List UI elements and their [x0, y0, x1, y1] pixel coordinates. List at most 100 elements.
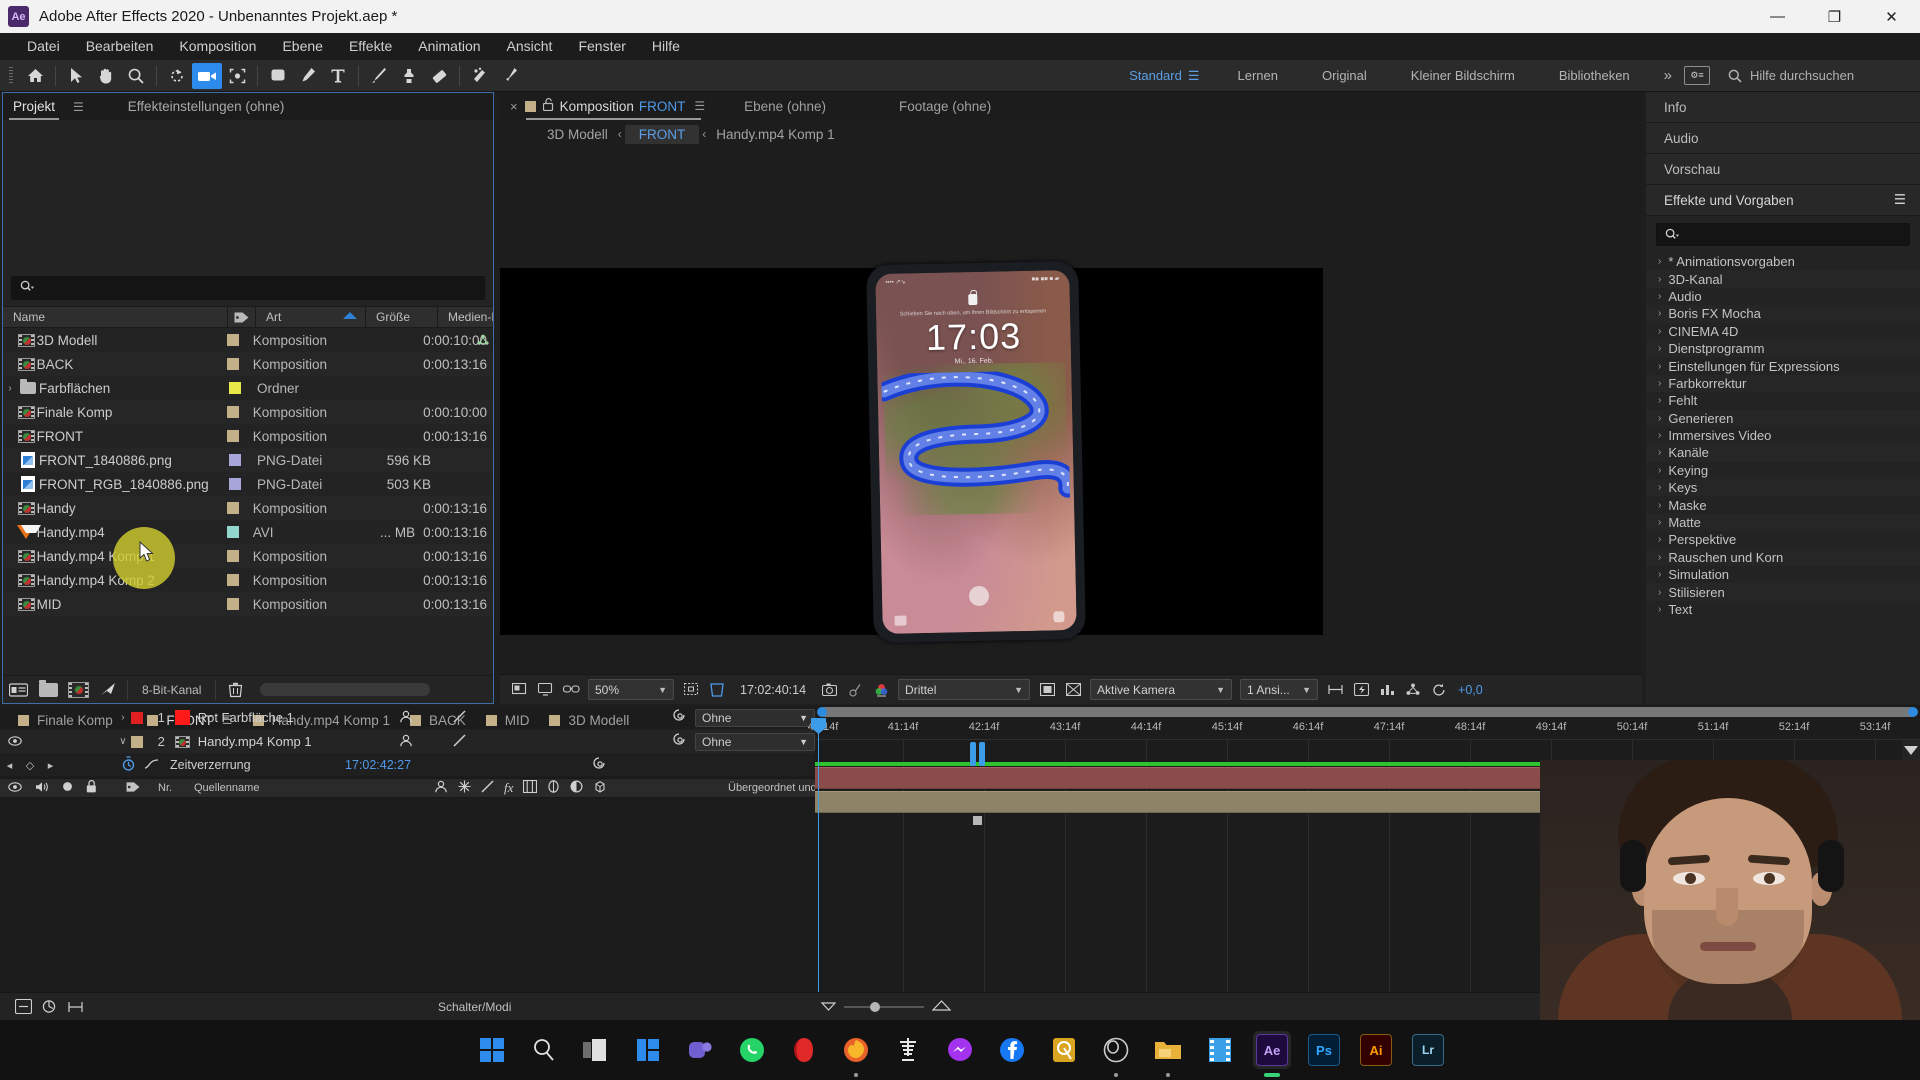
firefox-icon[interactable]: [837, 1031, 875, 1077]
layer-twirl-icon[interactable]: ›: [115, 712, 130, 723]
resolution-select[interactable]: Drittel ▼: [898, 679, 1031, 700]
after-effects-icon[interactable]: Ae: [1253, 1031, 1291, 1077]
zoom-tool-icon[interactable]: [121, 63, 151, 89]
renderer-settings-icon[interactable]: [1400, 678, 1426, 702]
project-row-handy-mp4-komp-2[interactable]: Handy.mp4 Komp 2 Komposition 0:00:13:16: [3, 568, 493, 592]
prev-keyframe-icon[interactable]: ◂: [7, 759, 13, 772]
project-row-front[interactable]: FRONT Komposition 0:00:13:16: [3, 424, 493, 448]
breadcrumb-handy-komp[interactable]: Handy.mp4 Komp 1: [709, 127, 841, 142]
project-row-back[interactable]: BACK Komposition 0:00:13:16: [3, 352, 493, 376]
switches-modes-label[interactable]: Schalter/Modi: [438, 1000, 511, 1014]
project-search-input[interactable]: [11, 276, 485, 300]
shy-icon[interactable]: [434, 780, 448, 796]
property-pickwhip-icon[interactable]: [577, 756, 607, 774]
layer-label-color[interactable]: [130, 711, 148, 724]
panel-audio[interactable]: Audio: [1646, 123, 1920, 154]
toolbar-grip[interactable]: [6, 66, 16, 85]
quality-icon[interactable]: [481, 780, 494, 796]
roto-brush-tool-icon[interactable]: [465, 63, 495, 89]
project-item-tag[interactable]: [226, 550, 253, 562]
notes-icon[interactable]: [1045, 1031, 1083, 1069]
project-item-tag[interactable]: [229, 382, 257, 394]
facebook-icon[interactable]: [993, 1031, 1031, 1069]
new-footage-icon[interactable]: [3, 677, 33, 703]
layer-parent-cell[interactable]: Ohne ▼: [673, 708, 816, 727]
timeline-layer-row-1[interactable]: › 1 Rot Farbfläche 1 Ohne ▼: [0, 706, 816, 730]
toggle-mask-paths-icon[interactable]: [1060, 678, 1086, 702]
teams-icon[interactable]: [681, 1031, 719, 1069]
menu-ebene[interactable]: Ebene: [269, 33, 335, 60]
maximize-button[interactable]: ❐: [1806, 0, 1863, 33]
folder-icon[interactable]: [1149, 1031, 1187, 1077]
effect-category-audio[interactable]: › Audio: [1646, 288, 1920, 305]
effect-category-perspektive[interactable]: › Perspektive: [1646, 531, 1920, 548]
tab-projekt[interactable]: Projekt: [3, 93, 65, 120]
project-item-tag[interactable]: [226, 526, 253, 538]
pixel-aspect-correction-icon[interactable]: [1322, 678, 1348, 702]
column-label-tag-icon[interactable]: [228, 306, 256, 328]
project-item-tag[interactable]: [226, 406, 253, 418]
workspace-settings-icon[interactable]: ⚙≡: [1684, 66, 1710, 85]
workspace-lernen[interactable]: Lernen: [1216, 68, 1300, 83]
type-tool-icon[interactable]: [323, 63, 353, 89]
workspace-overflow-icon[interactable]: »: [1652, 67, 1684, 84]
composition-panel-menu-icon[interactable]: ☰: [694, 99, 705, 113]
panel-vorschau[interactable]: Vorschau: [1646, 154, 1920, 185]
menu-ansicht[interactable]: Ansicht: [494, 33, 566, 60]
quality-toggle-icon[interactable]: [453, 709, 466, 726]
toggle-transparency-grid-icon[interactable]: [1034, 678, 1060, 702]
timeline-layer-row-2[interactable]: ∨ 2 Handy.mp4 Komp 1 Ohne ▼: [0, 730, 816, 754]
new-folder-icon[interactable]: [33, 677, 63, 703]
quality-toggle-icon-2[interactable]: [453, 733, 466, 750]
timeline-graph-icon[interactable]: [1374, 678, 1400, 702]
menu-datei[interactable]: Datei: [14, 33, 73, 60]
timeline-horizontal-scrollbar[interactable]: [815, 706, 1920, 718]
blender-icon[interactable]: [889, 1031, 927, 1069]
camera-tool-icon[interactable]: [192, 62, 222, 89]
project-row-handy[interactable]: Handy Komposition 0:00:13:16: [3, 496, 493, 520]
layer-property-row-zeitverzerrung[interactable]: ◂ ◇ ▸ Zeitverzerrung 17:02:42:27: [0, 754, 815, 776]
project-row-handy-mp4-komp-1[interactable]: Handy.mp4 Komp 1 Komposition 0:00:13:16: [3, 544, 493, 568]
shy-toggle-icon[interactable]: [399, 710, 413, 726]
effect-category-farbkorrektur[interactable]: › Farbkorrektur: [1646, 374, 1920, 393]
brush-tool-icon[interactable]: [364, 63, 394, 89]
current-timecode[interactable]: 17:02:40:14: [730, 683, 816, 697]
grid-guides-icon[interactable]: [678, 678, 704, 702]
effect-category-keying[interactable]: › Keying: [1646, 462, 1920, 479]
stopwatch-icon[interactable]: [122, 756, 144, 774]
tab-ebene[interactable]: Ebene (ohne): [710, 92, 860, 120]
effect-category-cinema-4d[interactable]: › CINEMA 4D: [1646, 323, 1920, 340]
whatsapp-icon[interactable]: [733, 1031, 771, 1069]
channel-rgb-icon[interactable]: [868, 678, 894, 702]
messenger-icon[interactable]: [941, 1031, 979, 1069]
effect-category-maske[interactable]: › Maske: [1646, 496, 1920, 513]
3d-layer-icon[interactable]: [593, 780, 607, 797]
video-switch-icon[interactable]: [8, 781, 22, 795]
workspace-menu-icon[interactable]: ☰: [1188, 68, 1216, 84]
rotation-tool-icon[interactable]: [162, 63, 192, 89]
project-item-tag[interactable]: [226, 334, 253, 346]
effect-category-rauschen-und-korn[interactable]: › Rauschen und Korn: [1646, 548, 1920, 567]
hand-tool-icon[interactable]: [91, 63, 121, 89]
eraser-tool-icon[interactable]: [424, 63, 454, 89]
effects-panel-menu-icon[interactable]: ☰: [1894, 192, 1906, 208]
workspace-bibliotheken[interactable]: Bibliotheken: [1537, 68, 1652, 83]
composition-viewer[interactable]: •••• ↗↘ ■■ ■■ ■ ▰ Schieben Sie nach oben…: [500, 148, 1642, 644]
parent-pickwhip-icon-2[interactable]: [673, 733, 687, 750]
column-medien-dauer[interactable]: Medien-Dauer: [438, 306, 493, 328]
workspace-kleiner-bildschirm[interactable]: Kleiner Bildschirm: [1389, 68, 1537, 83]
project-item-tag[interactable]: [229, 454, 257, 466]
effects-search-input[interactable]: [1656, 223, 1910, 246]
pen-tool-icon[interactable]: [293, 63, 323, 89]
zoom-in-icon[interactable]: [924, 999, 952, 1014]
opera-icon[interactable]: [785, 1031, 823, 1069]
close-tab-icon[interactable]: ×: [510, 99, 518, 114]
render-queue-icon[interactable]: [36, 995, 62, 1019]
column-nr[interactable]: Nr.: [158, 782, 194, 794]
widgets-icon[interactable]: [629, 1031, 667, 1069]
effect-category-matte[interactable]: › Matte: [1646, 513, 1920, 532]
twirl-icon[interactable]: ›: [3, 383, 17, 394]
zoom-track[interactable]: [844, 1001, 925, 1012]
project-settings-icon[interactable]: [93, 677, 123, 703]
bit-depth-label[interactable]: 8-Bit-Kanal: [127, 679, 217, 700]
